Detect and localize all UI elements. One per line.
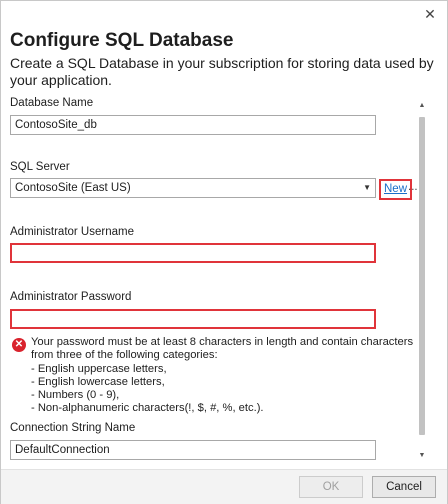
admin-password-input[interactable] bbox=[10, 309, 376, 329]
error-line: - English lowercase letters, bbox=[31, 375, 165, 388]
vertical-scrollbar[interactable]: ▲ ▼ bbox=[417, 101, 427, 461]
sql-server-dropdown[interactable]: ContosoSite (East US) ▼ bbox=[10, 178, 376, 198]
error-line: Your password must be at least 8 charact… bbox=[31, 336, 414, 348]
database-name-input[interactable]: ContosoSite_db bbox=[10, 115, 376, 135]
sql-server-label: SQL Server bbox=[10, 161, 70, 173]
dialog-description: Create a SQL Database in your subscripti… bbox=[10, 55, 434, 88]
database-name-label: Database Name bbox=[10, 97, 94, 109]
connection-string-label: Connection String Name bbox=[10, 422, 136, 434]
close-icon[interactable]: ✕ bbox=[421, 5, 439, 23]
sql-server-selected: ContosoSite (East US) bbox=[15, 182, 131, 194]
ok-button[interactable]: OK bbox=[299, 476, 363, 498]
configure-sql-dialog: ✕ Configure SQL Database Create a SQL Da… bbox=[0, 0, 448, 504]
cancel-button[interactable]: Cancel bbox=[372, 476, 436, 498]
error-x-icon: ✕ bbox=[12, 338, 26, 352]
chevron-down-icon[interactable]: ▼ bbox=[363, 179, 371, 197]
scroll-down-arrow-icon[interactable]: ▼ bbox=[417, 451, 427, 461]
error-line: from three of the following categories: bbox=[31, 349, 218, 362]
dialog-title: Configure SQL Database bbox=[10, 30, 234, 51]
error-line: - Numbers (0 - 9), bbox=[31, 389, 120, 402]
error-line: - Non-alphanumeric characters(!, $, #, %… bbox=[31, 402, 264, 415]
password-error-message: Your password must be at least 8 charact… bbox=[31, 336, 416, 416]
admin-username-input[interactable] bbox=[10, 243, 376, 263]
connection-string-input[interactable]: DefaultConnection bbox=[10, 440, 376, 460]
admin-username-label: Administrator Username bbox=[10, 226, 134, 238]
scroll-thumb[interactable] bbox=[419, 117, 425, 435]
admin-password-label: Administrator Password bbox=[10, 291, 132, 303]
dialog-footer: OK Cancel bbox=[1, 469, 447, 504]
error-line: - English uppercase letters, bbox=[31, 362, 167, 375]
scroll-up-arrow-icon[interactable]: ▲ bbox=[417, 101, 427, 111]
